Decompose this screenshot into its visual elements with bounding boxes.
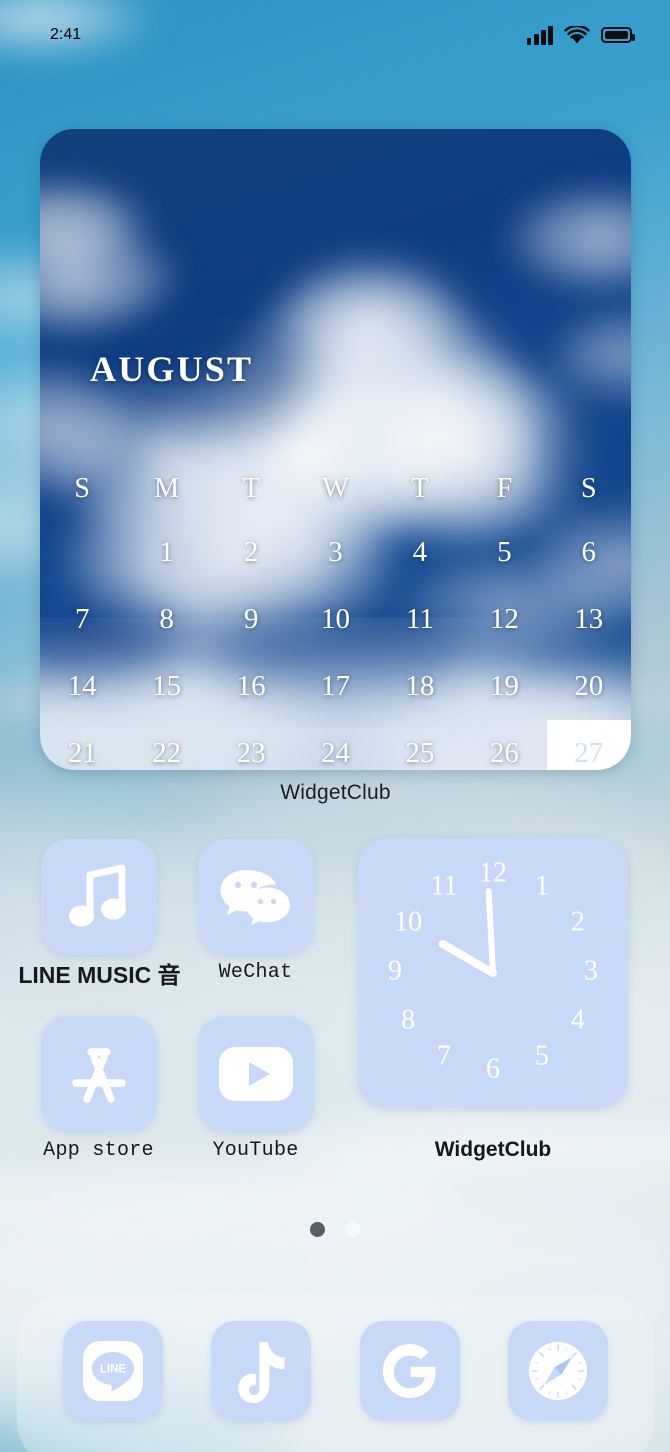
status-bar: 2:41 (0, 0, 670, 70)
calendar-day-cell: 23 (236, 737, 266, 769)
calendar-day-cell: 7 (74, 603, 90, 635)
clock-minute-hand (485, 888, 496, 976)
battery-full-icon (601, 27, 635, 43)
calendar-grid: S M T W T F S 1 2 3 4 5 6 7 8 9 10 11 12 13 14 15 16 17 18 19 20 21… (40, 459, 631, 770)
app-store-icon (72, 1048, 126, 1103)
calendar-day-cell: 21 (67, 737, 97, 769)
calendar-day-cell: 26 (489, 737, 519, 769)
calendar-day-cell: 5 (497, 536, 512, 568)
status-icons (526, 25, 635, 45)
svg-text:LINE: LINE (100, 1364, 127, 1376)
app-icon-youtube[interactable] (198, 1016, 314, 1132)
calendar-widget[interactable]: AUGUST S M T W T F S 1 2 3 4 5 6 7 8 9 10 11 12 13 14 15 16 17 1… (40, 129, 631, 770)
calendar-day-cell: 18 (405, 670, 435, 702)
clock-numeral: 6 (486, 1053, 500, 1084)
clock-numeral: 1 (535, 871, 549, 902)
calendar-day-cell: 14 (67, 670, 97, 702)
calendar-weekday-header: S (74, 473, 90, 504)
calendar-day-cell: 19 (489, 670, 519, 702)
dock: LINE (17, 1294, 654, 1452)
calendar-day-cell: 12 (489, 603, 519, 635)
calendar-weekday-header: M (154, 473, 180, 504)
calendar-day-cell: 1 (159, 536, 174, 568)
calendar-day-cell: 8 (159, 603, 174, 635)
clock-widget-label: WidgetClub (434, 1138, 552, 1161)
calendar-day-cell: 6 (581, 536, 597, 568)
app-icon-line-music[interactable] (41, 839, 157, 955)
calendar-weekday-header: T (242, 473, 260, 504)
calendar-blank-cell (40, 519, 124, 586)
clock-numeral: 11 (431, 871, 458, 902)
safari-compass-icon (528, 1342, 587, 1400)
calendar-weekday-header: F (496, 473, 513, 504)
calendar-day-cell: 20 (574, 670, 604, 702)
page-dot-active[interactable] (310, 1222, 325, 1237)
calendar-day-cell: 17 (320, 670, 350, 702)
calendar-day-cell: 22 (152, 737, 182, 769)
calendar-day-today: 27 (546, 720, 631, 770)
wifi-icon (564, 25, 590, 43)
dock-icon-line[interactable]: LINE (63, 1321, 164, 1421)
calendar-day-cell: 16 (236, 670, 266, 702)
clock-numeral: 7 (437, 1040, 451, 1071)
app-label-app-store: App store (43, 1139, 154, 1162)
clock-widget[interactable]: 1 2 3 4 5 6 7 8 9 10 11 12 (358, 838, 628, 1108)
calendar-weekday-header: W (322, 473, 349, 504)
app-label-youtube: YouTube (212, 1139, 299, 1162)
clock-numeral: 3 (584, 955, 598, 986)
calendar-day-cell: 24 (320, 737, 350, 769)
dock-icon-safari[interactable] (507, 1321, 608, 1421)
clock-numeral: 12 (479, 857, 507, 888)
analog-clock-face: 1234567891011 12 (388, 857, 598, 1084)
line-chat-icon: LINE (83, 1341, 144, 1401)
calendar-day-cell: 2 (243, 536, 259, 568)
tiktok-note-icon (238, 1342, 285, 1403)
calendar-day-cell: 25 (405, 737, 435, 769)
app-icon-wechat[interactable] (198, 839, 314, 955)
clock-numeral: 8 (401, 1004, 415, 1035)
app-label-wechat: WeChat (218, 961, 293, 984)
app-label-line-music: LINE MUSIC 音 (18, 962, 181, 988)
clock-numeral: 2 (571, 906, 585, 937)
calendar-weekday-header: S (580, 473, 597, 504)
calendar-weekday-header: T (411, 473, 429, 504)
music-note-icon (69, 864, 126, 927)
clock-numeral: 4 (571, 1004, 585, 1035)
calendar-day-cell: 15 (152, 670, 182, 702)
dock-icon-google[interactable] (359, 1321, 460, 1421)
calendar-widget-label: WidgetClub (280, 781, 391, 804)
clock-numeral: 10 (394, 906, 422, 937)
calendar-day-cell: 9 (243, 603, 259, 635)
clock-numeral: 5 (535, 1040, 549, 1071)
cellular-signal-icon (526, 25, 553, 45)
clock-numeral: 9 (388, 955, 402, 986)
app-icon-app-store[interactable] (41, 1016, 157, 1132)
wechat-bubbles-icon (220, 870, 290, 926)
calendar-day-cell: 10 (320, 603, 350, 635)
google-g-icon (382, 1343, 436, 1398)
dock-icon-tiktok[interactable] (211, 1321, 312, 1421)
calendar-day-cell: 3 (328, 536, 343, 568)
page-dot[interactable] (345, 1222, 360, 1237)
youtube-play-icon (219, 1047, 293, 1101)
page-indicator[interactable] (0, 1222, 670, 1237)
clock-hour-hand (438, 940, 497, 977)
calendar-day-cell: 4 (412, 536, 428, 568)
calendar-day-cell: 11 (405, 603, 434, 635)
calendar-day-cell: 13 (574, 603, 604, 635)
status-time: 2:41 (50, 26, 82, 43)
calendar-month-title: AUGUST (90, 349, 254, 389)
